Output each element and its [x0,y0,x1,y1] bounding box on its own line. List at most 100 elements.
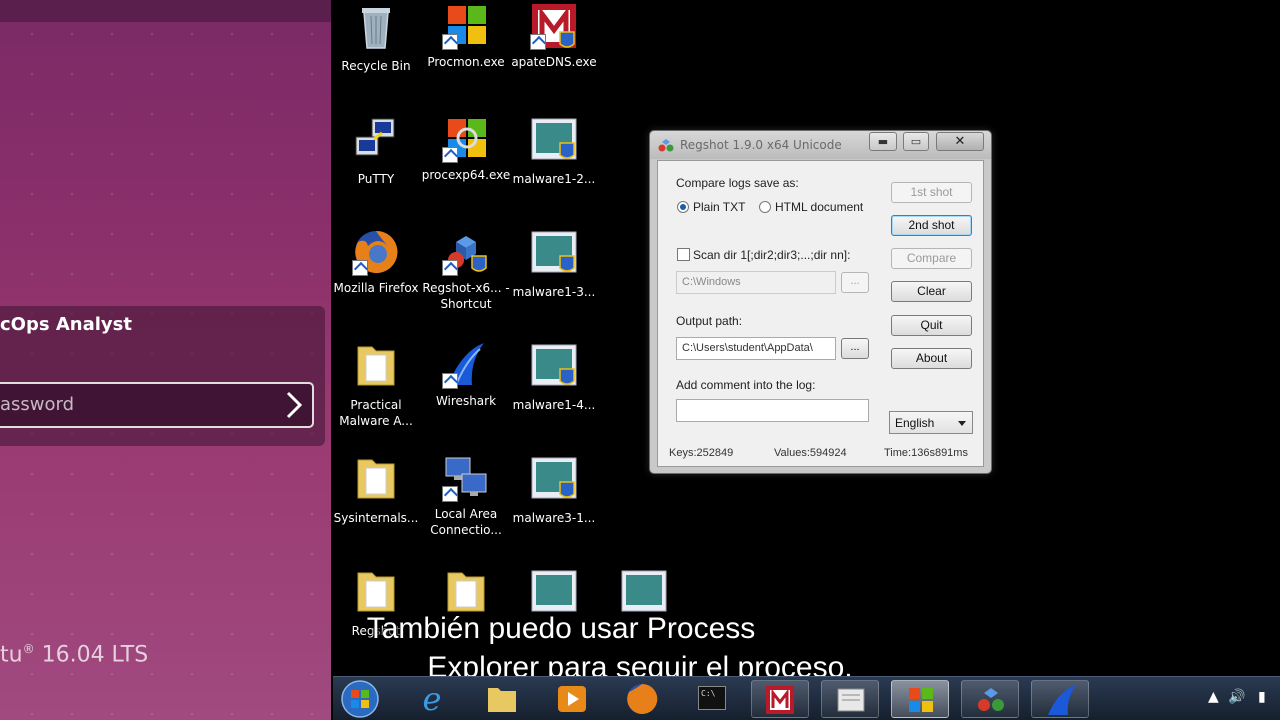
taskbar-wireshark[interactable] [1031,680,1089,718]
wireshark-icon [1048,685,1076,715]
executable-icon [531,570,577,612]
desktop-icon-malware1-4[interactable]: malware1-4... [509,341,599,413]
desktop-icon-malware3-1[interactable]: malware3-1... [509,454,599,526]
recycle-bin-icon [362,8,390,49]
folder-icon [488,688,516,712]
network-icon[interactable]: ▮ [1258,689,1266,705]
procexp-icon [442,115,490,163]
comment-input[interactable] [676,399,869,422]
plain-txt-radio[interactable] [677,201,689,213]
first-shot-button[interactable]: 1st shot [891,182,972,203]
language-value: English [895,416,935,430]
scan-dir-checkbox[interactable] [677,248,690,261]
elapsed-time: Time:136s891ms [884,447,968,459]
cmd-text: C:\ [701,689,716,698]
firefox-icon [352,228,400,276]
executable-icon [621,570,667,612]
ubuntu-top-bar [0,0,331,22]
regshot-app-icon [658,139,674,152]
desktop-icon-local-area-connection[interactable]: Local Area Connectio... [421,454,511,538]
shortcut-arrow-icon [442,260,458,276]
show-hidden-icons-icon[interactable]: ▲ [1208,689,1219,705]
desktop-icon-firefox[interactable]: Mozilla Firefox [331,228,421,296]
desktop-icon-malware1-2[interactable]: malware1-2... [509,115,599,187]
desktop-icon-malware1-3[interactable]: malware1-3... [509,228,599,300]
command-prompt-icon: C:\ [698,686,726,710]
output-path-input[interactable]: C:\Users\student\AppData\ [676,337,836,360]
taskbar-notepad[interactable] [821,680,879,718]
taskbar-command-prompt[interactable]: C:\ [683,680,741,718]
executable-shield-icon [531,457,577,499]
maximize-button[interactable]: ▭ [903,132,929,151]
desktop-icon-sysinternals[interactable]: Sysinternals... [331,454,421,526]
icon-label: malware1-2... [512,172,596,186]
window-titlebar[interactable]: Regshot 1.9.0 x64 Unicode ▬ ▭ ✕ [650,131,991,159]
language-select[interactable]: English [889,411,973,434]
volume-icon[interactable]: 🔊 [1228,689,1245,705]
regshot-client-area: Compare logs save as: Plain TXT HTML doc… [657,160,984,467]
regshot-icon [978,688,1004,711]
procmon-icon [442,2,490,50]
notepad-icon [837,688,865,712]
folder-icon [357,346,395,386]
folder-icon [357,572,395,612]
html-document-label: HTML document [775,200,864,214]
desktop-icon-recycle-bin[interactable]: Recycle Bin [331,2,421,74]
output-path-label: Output path: [676,314,743,328]
close-button[interactable]: ✕ [936,132,984,151]
folder-icon [357,459,395,499]
desktop-icon-putty[interactable]: PuTTY [331,115,421,187]
password-placeholder: assword [0,394,75,415]
taskbar-file-explorer[interactable] [473,680,531,718]
firefox-icon [627,683,658,714]
clear-button[interactable]: Clear [891,281,972,302]
start-orb-icon[interactable] [339,679,381,719]
desktop-icon-procexp64[interactable]: procexp64.exe [421,115,511,183]
shortcut-arrow-icon [442,34,458,50]
icon-label: malware1-3... [512,285,596,299]
icon-label: Mozilla Firefox [333,281,419,295]
taskbar-media-player[interactable] [543,680,601,718]
desktop-icon-apatedns[interactable]: apateDNS.exe [509,2,599,70]
quit-button[interactable]: Quit [891,315,972,336]
apatedns-icon [766,686,794,714]
subtitle-line-1: También puedo usar Process [366,612,756,645]
login-arrow-icon[interactable] [280,388,308,422]
icon-label: malware1-4... [512,398,596,412]
desktop-icon-wireshark[interactable]: Wireshark [421,341,511,409]
network-icon [442,454,490,502]
plain-txt-label: Plain TXT [693,200,746,214]
taskbar-procmon[interactable] [891,680,949,718]
desktop-icon-practical-malware[interactable]: Practical Malware A... [331,341,421,429]
values-count: Values:594924 [774,447,847,459]
scan-dir-browse-button[interactable]: ... [841,272,869,293]
wireshark-icon [442,341,490,389]
output-path-browse-button[interactable]: ... [841,338,869,359]
desktop-icon-regshot-shortcut[interactable]: Regshot-x6... - Shortcut [421,228,511,312]
icon-label: PuTTY [357,172,395,186]
user-name[interactable]: cOps Analyst [0,314,132,335]
scan-dir-input[interactable]: C:\Windows [676,271,836,294]
compare-button[interactable]: Compare [891,248,972,269]
html-document-radio[interactable] [759,201,771,213]
comment-label: Add comment into the log: [676,378,816,392]
windows-taskbar: e C:\ ▲ 🔊 ▮ [333,676,1280,720]
keys-count: Keys:252849 [669,447,734,459]
folder-icon [447,572,485,612]
svg-text:e: e [423,680,442,718]
shortcut-arrow-icon [442,373,458,389]
desktop-icon-procmon[interactable]: Procmon.exe [421,2,511,70]
shortcut-arrow-icon [530,34,546,50]
taskbar-internet-explorer[interactable]: e [403,680,461,718]
putty-icon [355,118,395,156]
second-shot-button[interactable]: 2nd shot [891,215,972,236]
about-button[interactable]: About [891,348,972,369]
taskbar-regshot[interactable] [961,680,1019,718]
compare-logs-label: Compare logs save as: [676,176,799,190]
shortcut-arrow-icon [442,486,458,502]
minimize-button[interactable]: ▬ [869,132,897,151]
taskbar-apatedns[interactable] [751,680,809,718]
apatedns-icon [530,2,578,50]
taskbar-firefox[interactable] [613,680,671,718]
procmon-icon [909,688,933,712]
